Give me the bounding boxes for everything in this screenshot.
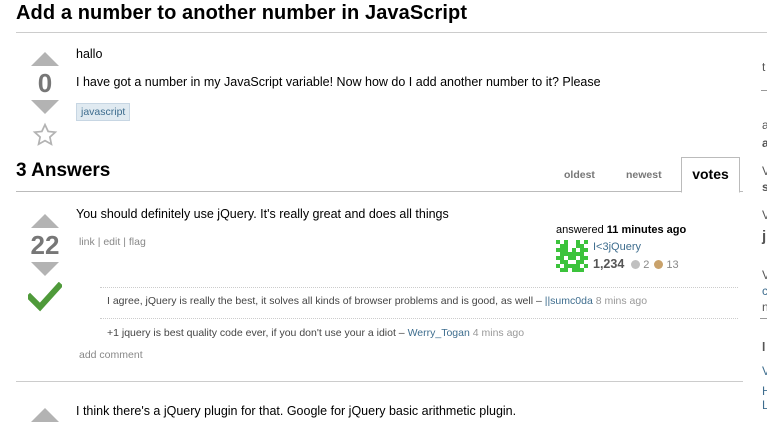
answer-vote-count: 22 — [30, 230, 60, 260]
sidebar-fragment: n — [762, 300, 767, 314]
answered-time: 11 minutes ago — [606, 224, 687, 236]
sidebar-edge — [760, 318, 767, 319]
sidebar-fragment: c — [762, 284, 767, 298]
add-comment-link[interactable]: add comment — [79, 349, 143, 361]
bronze-badge-count: 13 — [666, 259, 679, 271]
answer-2-vote-box — [17, 408, 73, 422]
comment-user-link[interactable]: Werry_Togan — [408, 327, 470, 339]
question-vote-count: 0 — [37, 68, 53, 98]
tab-newest[interactable]: newest — [626, 169, 662, 181]
answers-count-heading: 3 Answers — [16, 160, 111, 181]
question-body-line-1: hallo — [76, 47, 103, 61]
upvote-icon[interactable] — [31, 214, 59, 228]
sidebar-fragment: a — [762, 118, 767, 132]
downvote-icon[interactable] — [31, 262, 59, 276]
comment-divider — [100, 318, 738, 319]
tab-votes[interactable]: votes — [681, 157, 740, 193]
flag-button[interactable]: flag — [129, 236, 146, 248]
accepted-checkmark-icon — [17, 281, 73, 317]
answer-vote-box: 22 — [17, 214, 73, 317]
comment-divider — [100, 287, 738, 288]
silver-badge-icon — [630, 260, 640, 269]
comment-user-link[interactable]: ||sumc0da — [545, 295, 593, 307]
silver-badge-count: 2 — [643, 259, 650, 271]
sidebar-fragment: t — [762, 60, 766, 74]
user-reputation-info: 1,234 2 13 — [593, 257, 679, 271]
sidebar-fragment: V — [762, 164, 767, 178]
comment-2: +1 jquery is best quality code ever, if … — [107, 327, 524, 339]
answer-2-body: I think there's a jQuery plugin for that… — [76, 404, 517, 418]
comment-text: +1 jquery is best quality code ever, if … — [107, 327, 408, 339]
user-name-link[interactable]: I<3jQuery — [593, 241, 641, 253]
answered-label: answered — [556, 224, 604, 236]
sidebar-fragment: s — [762, 180, 767, 194]
comment-time: 8 mins ago — [595, 295, 648, 307]
bronze-badge-icon — [653, 260, 663, 269]
downvote-icon[interactable] — [31, 100, 59, 114]
title-divider — [16, 32, 767, 33]
sidebar-fragment: a — [762, 136, 767, 150]
upvote-icon[interactable] — [31, 408, 59, 422]
sidebar-fragment: l — [762, 340, 766, 354]
sidebar-fragment: V — [762, 364, 767, 378]
sidebar-fragment: j — [762, 228, 767, 245]
sidebar-fragment: H — [762, 384, 767, 398]
comment-1: I agree, jQuery is really the best, it s… — [107, 295, 647, 307]
question-body-line-2: I have got a number in my JavaScript var… — [76, 75, 601, 89]
answer-body: You should definitely use jQuery. It's r… — [76, 207, 449, 221]
reputation-score: 1,234 — [593, 257, 625, 271]
link-button[interactable]: link — [79, 236, 95, 248]
sidebar-fragment: V — [762, 208, 767, 222]
tab-oldest[interactable]: oldest — [564, 169, 595, 181]
answer-owner-action: answered 11 minutes ago — [556, 224, 686, 236]
sidebar-fragment: L — [762, 398, 767, 412]
comment-time: 4 mins ago — [472, 327, 525, 339]
edit-button[interactable]: edit — [103, 236, 120, 248]
sidebar-fragment: V — [762, 268, 767, 282]
question-title[interactable]: Add a number to another number in JavaSc… — [16, 2, 467, 25]
favorite-star-icon[interactable] — [17, 122, 73, 153]
question-vote-box: 0 — [17, 52, 73, 153]
post-menu: link | edit | flag — [79, 236, 146, 248]
tag-javascript[interactable]: javascript — [76, 103, 131, 121]
upvote-icon[interactable] — [31, 52, 59, 66]
comment-text: I agree, jQuery is really the best, it s… — [107, 295, 545, 307]
sidebar-edge — [761, 90, 767, 91]
answers-tabs-baseline — [16, 191, 743, 192]
user-avatar[interactable] — [556, 240, 588, 272]
answer-divider — [16, 381, 743, 382]
